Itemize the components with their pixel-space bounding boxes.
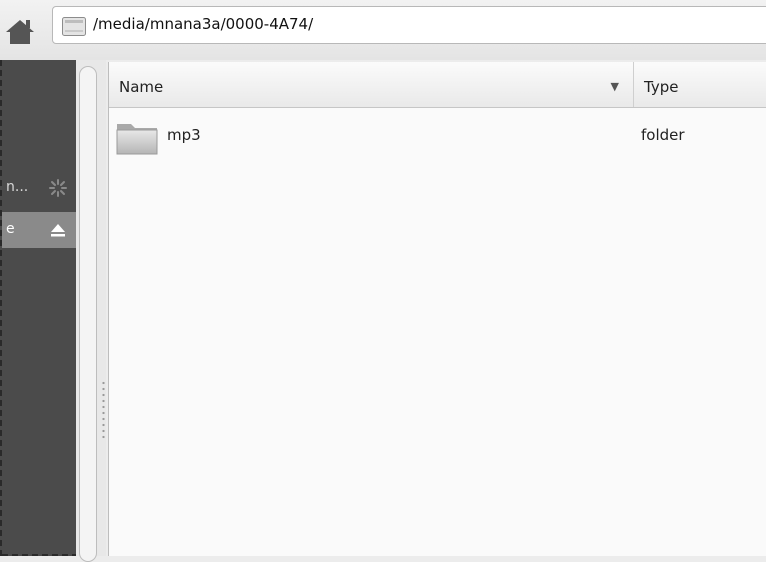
column-name-label: Name [119,78,164,96]
drive-icon [62,17,86,36]
column-header-row: Name ▼ Type [109,62,766,108]
file-name: mp3 [167,126,201,144]
spinner-icon [49,179,67,197]
column-header-type[interactable]: Type [634,62,766,107]
location-bar[interactable]: /media/mnana3a/0000-4A74/ [52,6,766,44]
home-button[interactable] [0,12,40,50]
sidebar-item-mounting-volume[interactable]: n... [2,170,76,206]
sidebar-item-removable-volume[interactable]: e [2,212,76,248]
location-toolbar: /media/mnana3a/0000-4A74/ [0,0,766,60]
column-type-label: Type [644,78,679,96]
sort-descending-icon: ▼ [610,80,619,93]
sidebar-scrollbar[interactable] [79,66,97,562]
file-type: folder [641,126,685,144]
file-row[interactable]: mp3 folder [109,112,766,156]
sidebar-item-label: e [6,221,15,237]
places-sidebar: n... e [0,60,78,556]
home-icon [6,20,34,44]
location-path: /media/mnana3a/0000-4A74/ [93,15,314,33]
column-header-name[interactable]: Name ▼ [109,62,634,107]
folder-icon [116,124,158,155]
splitter-grip-icon[interactable] [102,380,105,440]
sidebar-item-label: n... [6,179,29,195]
file-list-view[interactable]: Name ▼ Type mp3 folder [108,62,766,556]
pane-splitter[interactable] [76,60,106,562]
eject-icon[interactable] [48,220,68,240]
